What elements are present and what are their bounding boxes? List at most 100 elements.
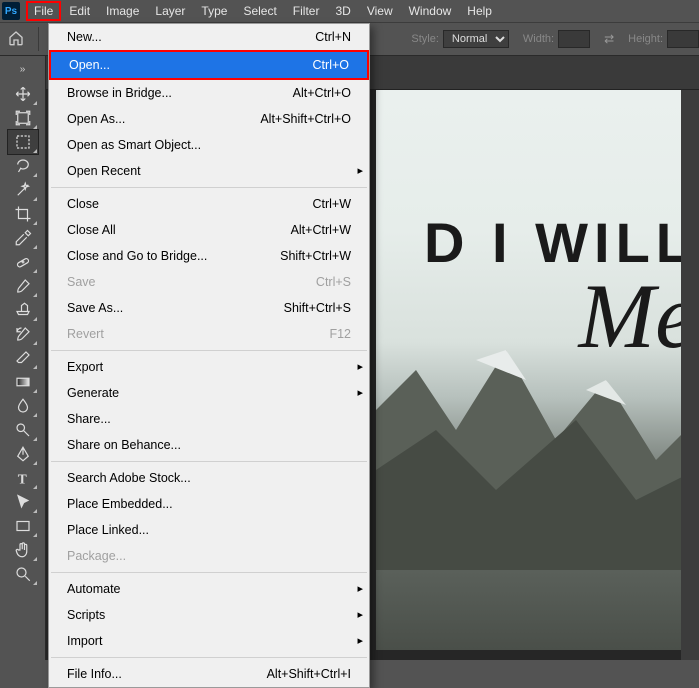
menu-select[interactable]: Select [235, 1, 284, 21]
menu-item-share-on-behance[interactable]: Share on Behance... [49, 432, 369, 458]
menu-item-shortcut: Alt+Ctrl+O [293, 84, 351, 102]
menu-item-open[interactable]: Open...Ctrl+O [49, 50, 369, 80]
menu-window[interactable]: Window [401, 1, 460, 21]
menu-help[interactable]: Help [459, 1, 500, 21]
menu-item-close-all[interactable]: Close AllAlt+Ctrl+W [49, 217, 369, 243]
menu-item-label: Close [67, 195, 99, 213]
menu-filter[interactable]: Filter [285, 1, 328, 21]
menu-item-label: Place Embedded... [67, 495, 173, 513]
menu-item-generate[interactable]: Generate [49, 380, 369, 406]
menu-item-open-as-smart-object[interactable]: Open as Smart Object... [49, 132, 369, 158]
menu-item-revert: RevertF12 [49, 321, 369, 347]
vertical-scrollbar[interactable] [681, 90, 699, 660]
app-logo: Ps [2, 2, 20, 20]
menu-item-label: Save [67, 273, 96, 291]
brush-tool[interactable] [8, 274, 38, 298]
menu-item-package: Package... [49, 543, 369, 569]
menu-edit[interactable]: Edit [61, 1, 98, 21]
menu-item-shortcut: Ctrl+N [315, 28, 351, 46]
menu-3d[interactable]: 3D [327, 1, 358, 21]
canvas-text: D I WILL Me [424, 210, 696, 358]
gradient-tool[interactable] [8, 370, 38, 394]
script-text: Me [424, 275, 696, 358]
blur-tool[interactable] [8, 394, 38, 418]
menu-item-label: Automate [67, 580, 121, 598]
menu-item-label: Generate [67, 384, 119, 402]
magic-wand-tool[interactable] [8, 178, 38, 202]
crop-tool[interactable] [8, 202, 38, 226]
menu-item-label: Share on Behance... [67, 436, 181, 454]
menu-item-open-as[interactable]: Open As...Alt+Shift+Ctrl+O [49, 106, 369, 132]
path-selection-tool[interactable] [8, 490, 38, 514]
menu-item-label: Export [67, 358, 103, 376]
zoom-tool[interactable] [8, 562, 38, 586]
history-brush-tool[interactable] [8, 322, 38, 346]
menubar: Ps FileEditImageLayerTypeSelectFilter3DV… [0, 0, 699, 22]
menu-item-shortcut: Ctrl+W [312, 195, 351, 213]
artboard-tool[interactable] [8, 106, 38, 130]
menu-item-label: Place Linked... [67, 521, 149, 539]
style-field: Style: Normal [411, 30, 509, 48]
menu-item-label: New... [67, 28, 102, 46]
menu-item-label: Open As... [67, 110, 125, 128]
menu-item-import[interactable]: Import [49, 628, 369, 654]
menu-item-search-adobe-stock[interactable]: Search Adobe Stock... [49, 465, 369, 491]
spot-healing-tool[interactable] [8, 250, 38, 274]
type-tool[interactable]: T [8, 466, 38, 490]
menu-item-automate[interactable]: Automate [49, 576, 369, 602]
menu-item-label: Package... [67, 547, 126, 565]
menu-item-new[interactable]: New... Ctrl+N [49, 24, 369, 50]
menu-item-shortcut: Alt+Ctrl+W [291, 221, 351, 239]
menu-item-place-embedded[interactable]: Place Embedded... [49, 491, 369, 517]
swap-icon[interactable]: ⇄ [604, 32, 614, 46]
menu-layer[interactable]: Layer [147, 1, 193, 21]
eraser-tool[interactable] [8, 346, 38, 370]
move-tool[interactable] [8, 82, 38, 106]
menu-item-browse-in-bridge[interactable]: Browse in Bridge... Alt+Ctrl+O [49, 80, 369, 106]
menu-item-shortcut: Ctrl+S [316, 273, 351, 291]
menu-item-shortcut: Shift+Ctrl+S [284, 299, 351, 317]
menu-item-label: File Info... [67, 665, 122, 683]
lasso-tool[interactable] [8, 154, 38, 178]
menu-item-label: Import [67, 632, 102, 650]
menu-item-scripts[interactable]: Scripts [49, 602, 369, 628]
dodge-tool[interactable] [8, 418, 38, 442]
menu-file[interactable]: File [26, 1, 61, 21]
menu-item-shortcut: Alt+Shift+Ctrl+I [267, 665, 351, 683]
menu-item-label: Close and Go to Bridge... [67, 247, 207, 265]
menu-item-label: Scripts [67, 606, 105, 624]
marquee-tool[interactable] [8, 130, 38, 154]
home-icon[interactable] [8, 30, 24, 49]
menu-item-label: Open Recent [67, 162, 141, 180]
menu-item-label: Open as Smart Object... [67, 136, 201, 154]
pen-tool[interactable] [8, 442, 38, 466]
menu-item-place-linked[interactable]: Place Linked... [49, 517, 369, 543]
svg-text:T: T [17, 471, 26, 486]
menu-item-label: Browse in Bridge... [67, 84, 172, 102]
eyedropper-tool[interactable] [8, 226, 38, 250]
menu-item-close[interactable]: Close Ctrl+W [49, 191, 369, 217]
menu-item-shortcut: Shift+Ctrl+W [280, 247, 351, 265]
menu-item-save-as[interactable]: Save As...Shift+Ctrl+S [49, 295, 369, 321]
menu-item-open-recent[interactable]: Open Recent [49, 158, 369, 184]
width-field: Width: [523, 30, 590, 48]
menu-item-file-info[interactable]: File Info... Alt+Shift+Ctrl+I [49, 661, 369, 687]
style-select[interactable]: Normal [443, 30, 509, 48]
menu-view[interactable]: View [359, 1, 401, 21]
menu-item-shortcut: Ctrl+O [313, 56, 349, 74]
collapse-icon[interactable]: » [12, 62, 34, 76]
clone-stamp-tool[interactable] [8, 298, 38, 322]
file-menu: New...Ctrl+NOpen...Ctrl+OBrowse in Bridg… [48, 23, 370, 688]
rectangle-tool[interactable] [8, 514, 38, 538]
menu-image[interactable]: Image [98, 1, 147, 21]
menu-type[interactable]: Type [193, 1, 235, 21]
height-input [667, 30, 699, 48]
menu-item-label: Revert [67, 325, 104, 343]
hand-tool[interactable] [8, 538, 38, 562]
menu-item-label: Search Adobe Stock... [67, 469, 191, 487]
menu-item-close-and-go-to-bridge[interactable]: Close and Go to Bridge... Shift+Ctrl+W [49, 243, 369, 269]
menu-item-export[interactable]: Export [49, 354, 369, 380]
document-canvas[interactable]: D I WILL Me [376, 90, 699, 650]
menu-item-share[interactable]: Share... [49, 406, 369, 432]
toolbox: » T [0, 56, 46, 660]
